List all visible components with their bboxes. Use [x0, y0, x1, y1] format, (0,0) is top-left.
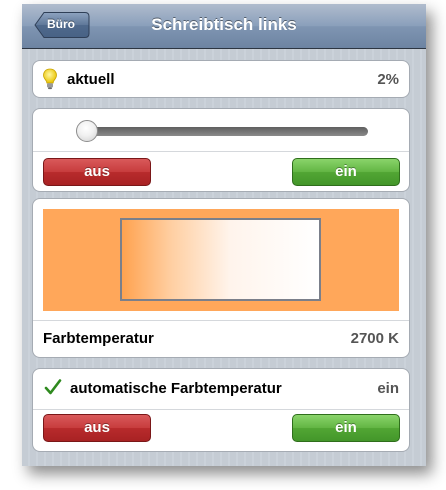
color-temperature-gradient[interactable] — [120, 218, 321, 301]
brightness-value: 2% — [377, 71, 399, 88]
auto-temperature-panel: automatische Farbtemperatur ein aus ein — [32, 368, 410, 452]
back-button[interactable]: Büro — [34, 11, 90, 39]
lightbulb-icon — [42, 68, 58, 95]
color-temperature-value: 2700 K — [350, 330, 399, 347]
color-temperature-area — [43, 209, 399, 311]
navigation-bar: Büro Schreibtisch links — [22, 4, 426, 49]
brightness-label: aktuell — [67, 71, 115, 88]
color-temperature-panel: Farbtemperatur 2700 K — [32, 198, 410, 358]
app-screen: Büro Schreibtisch links aktuell 2% aus e… — [22, 4, 426, 466]
brightness-off-button[interactable]: aus — [43, 158, 151, 186]
auto-temperature-label: automatische Farbtemperatur — [70, 380, 282, 397]
brightness-status-panel: aktuell 2% — [32, 60, 410, 98]
brightness-control-panel: aus ein — [32, 108, 410, 192]
checkmark-icon — [44, 378, 62, 401]
auto-temperature-on-button[interactable]: ein — [292, 414, 400, 442]
brightness-slider-track[interactable] — [78, 127, 368, 136]
page-title: Schreibtisch links — [151, 15, 297, 34]
brightness-on-button[interactable]: ein — [292, 158, 400, 186]
divider — [33, 151, 409, 152]
divider — [33, 320, 409, 321]
divider — [33, 409, 409, 410]
back-button-label: Büro — [47, 17, 75, 31]
brightness-slider-thumb[interactable] — [75, 120, 98, 142]
auto-temperature-status: ein — [377, 380, 399, 397]
color-temperature-label: Farbtemperatur — [43, 330, 154, 347]
auto-temperature-off-button[interactable]: aus — [43, 414, 151, 442]
